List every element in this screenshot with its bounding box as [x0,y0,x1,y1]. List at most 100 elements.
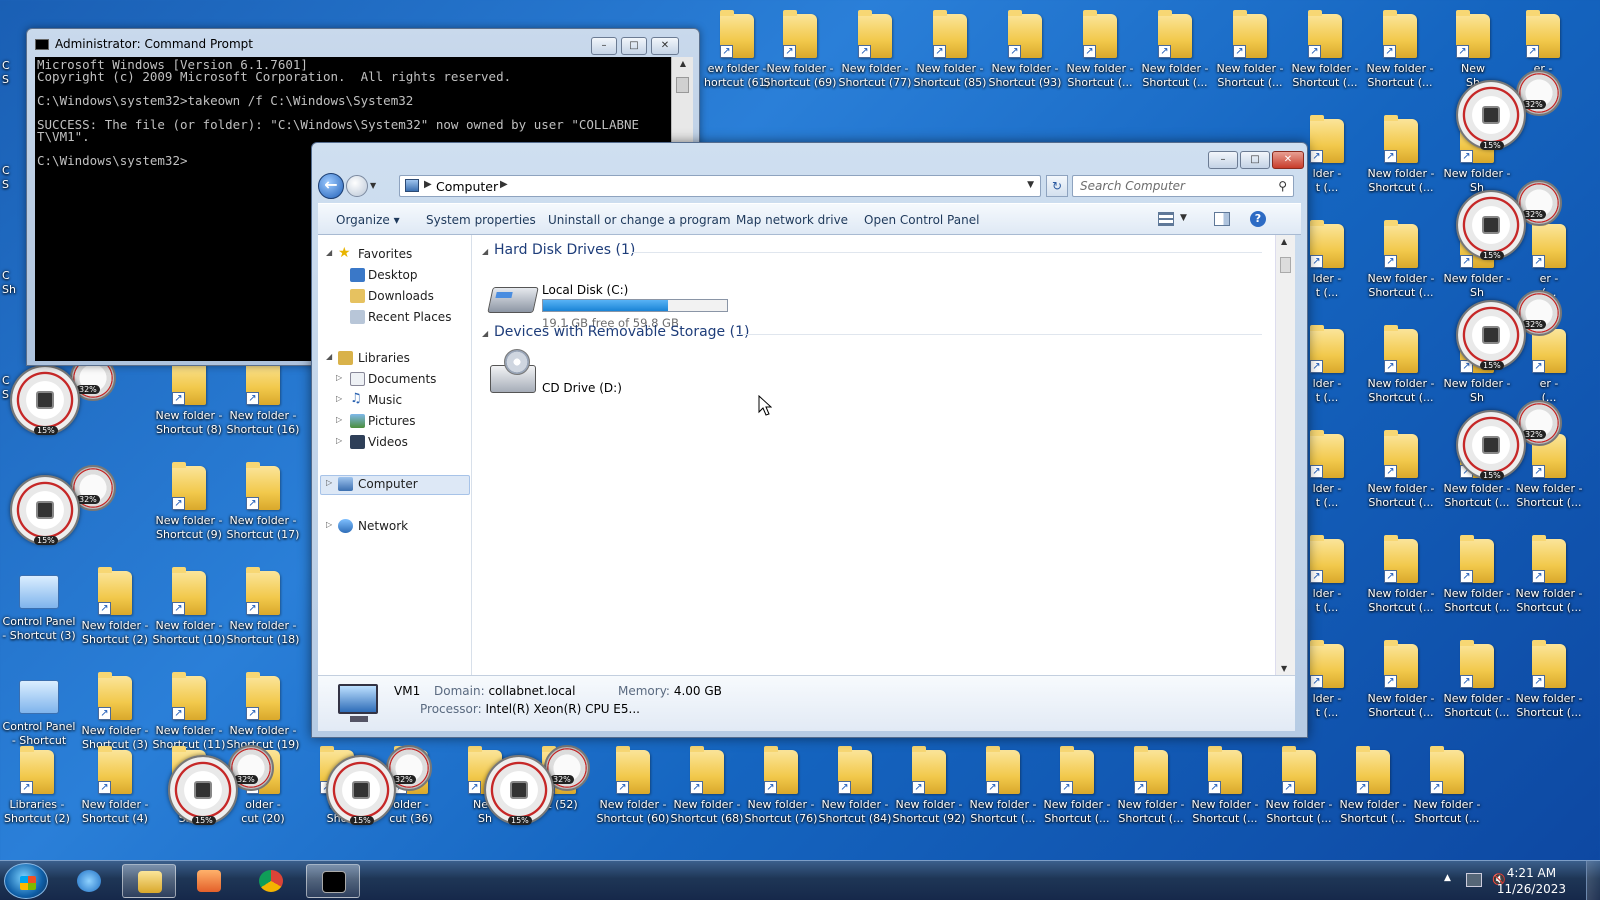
desktop-shortcut[interactable]: ↗ New folder - Shortcut (... [1262,744,1336,844]
scroll-up-arrow-icon[interactable]: ▲ [672,59,694,68]
breadcrumb-computer[interactable]: Computer [436,179,498,194]
taskbar-chrome[interactable] [244,864,298,898]
desktop-shortcut[interactable]: ↗ New folder - Shortcut (10) [152,565,226,665]
cmd-minimize-button[interactable]: – [591,37,617,55]
desktop-shortcut[interactable]: ↗ New folder - Shortcut (... [1364,218,1438,318]
nav-documents[interactable]: ▷ Documents [318,370,472,390]
cpu-meter-gadget[interactable]: 32% 15% [168,745,278,825]
search-input[interactable]: Search Computer ⚲ [1072,175,1294,197]
nav-pictures[interactable]: ▷ Pictures [318,412,472,432]
desktop-shortcut[interactable]: ↗ New folder - Shortcut (... [1440,533,1514,633]
expand-arrow-icon[interactable]: ▷ [336,436,342,445]
desktop-shortcut[interactable]: ↗ New folder - Shortcut (69) [763,8,837,108]
desktop-shortcut[interactable]: ↗ New folder - Shortcut (68) [670,744,744,844]
scroll-up-arrow-icon[interactable]: ▲ [1281,237,1287,246]
expand-arrow-icon[interactable]: ▷ [336,373,342,382]
nav-music[interactable]: ▷ ♫ Music [318,391,472,411]
desktop-shortcut[interactable]: ↗ New folder - Shortcut (85) [913,8,987,108]
desktop-shortcut[interactable]: ↗ New folder - Shortcut (93) [988,8,1062,108]
desktop-shortcut[interactable]: ↗ New folder - Shortcut (... [1512,533,1586,633]
desktop-shortcut[interactable]: ↗ New folder - Shortcut (... [1364,113,1438,213]
expand-arrow-icon[interactable]: ▷ [336,394,342,403]
nav-libraries[interactable]: ◢ Libraries [318,349,472,369]
recent-pages-dropdown-icon[interactable]: ▼ [370,181,376,190]
desktop-shortcut[interactable]: ↗ New folder - Shortcut (84) [818,744,892,844]
scroll-down-arrow-icon[interactable]: ▼ [1281,664,1287,673]
explorer-minimize-button[interactable]: – [1208,151,1238,169]
desktop-shortcut[interactable]: ↗ New folder - Shortcut (... [1364,638,1438,738]
desktop-shortcut[interactable]: ↗ New folder - Shortcut (2) [78,565,152,665]
start-button[interactable] [4,863,48,899]
desktop-shortcut[interactable]: ↗ New folder - Shortcut (4) [78,744,152,844]
cmd-maximize-button[interactable]: □ [621,37,647,55]
breadcrumb-chevron-icon[interactable]: ▶ [500,179,508,190]
cpu-meter-gadget[interactable]: 32% 15% [1456,400,1566,480]
group-header-removable[interactable]: Devices with Removable Storage (1) [494,324,749,340]
desktop-shortcut[interactable]: ↗ New folder - Shortcut (... [966,744,1040,844]
taskbar-internet-explorer[interactable] [62,864,116,898]
collapse-arrow-icon[interactable]: ◢ [326,248,332,257]
open-control-panel-button[interactable]: Open Control Panel [864,213,979,227]
refresh-button[interactable]: ↻ [1046,175,1068,197]
nav-desktop[interactable]: Desktop [318,266,472,286]
cpu-meter-gadget[interactable]: 32% 15% [1456,70,1566,150]
back-button[interactable]: ← [318,173,344,199]
content-scrollbar[interactable]: ▲ ▼ [1275,235,1295,675]
network-tray-icon[interactable] [1466,873,1482,887]
group-collapse-icon[interactable]: ◢ [482,329,488,338]
nav-videos[interactable]: ▷ Videos [318,433,472,453]
tray-clock[interactable]: 4:21 AM 11/26/2023 [1497,865,1566,897]
desktop-shortcut[interactable]: ↗ New folder - Shortcut (... [1364,533,1438,633]
search-icon[interactable]: ⚲ [1278,179,1287,193]
desktop-shortcut[interactable]: ↗ New folder - Shortcut (... [1336,744,1410,844]
change-view-icon[interactable] [1158,212,1174,226]
desktop-shortcut[interactable]: ↗ Libraries - Shortcut (2) [0,744,74,844]
desktop-shortcut[interactable]: ↗ New folder - Shortcut (... [1364,323,1438,423]
desktop-shortcut[interactable]: ↗ New folder - Shortcut (8) [152,355,226,455]
desktop-shortcut[interactable]: ↗ New folder - Shortcut (... [1364,428,1438,528]
desktop-shortcut[interactable]: ↗ New folder - Shortcut (... [1288,8,1362,108]
desktop-shortcut[interactable]: ↗ New folder - Shortcut (18) [226,565,300,665]
group-collapse-icon[interactable]: ◢ [482,247,488,256]
desktop-shortcut[interactable]: ↗ New folder - Shortcut (... [1138,8,1212,108]
forward-button[interactable] [346,175,368,197]
cpu-meter-gadget[interactable]: 32% 15% [326,745,436,825]
desktop-shortcut[interactable]: ↗ New folder - Shortcut (... [1213,8,1287,108]
help-icon[interactable]: ? [1250,211,1266,227]
desktop-shortcut[interactable]: ↗ New folder - Shortcut (... [1188,744,1262,844]
desktop-shortcut[interactable]: ↗ New folder - Shortcut (60) [596,744,670,844]
show-desktop-button[interactable] [1586,861,1600,900]
address-dropdown-icon[interactable]: ▼ [1027,180,1034,190]
desktop-shortcut[interactable]: ↗ New folder - Shortcut (77) [838,8,912,108]
cpu-meter-gadget[interactable]: 32% 15% [1456,290,1566,370]
desktop-shortcut[interactable]: ↗ New folder - Shortcut (... [1410,744,1484,844]
desktop-shortcut[interactable]: ↗ New folder - Shortcut (17) [226,460,300,560]
collapse-arrow-icon[interactable]: ◢ [326,352,332,361]
view-options-dropdown-icon[interactable]: ▼ [1180,213,1187,223]
desktop-shortcut[interactable]: ↗ New folder - Shortcut (... [1063,8,1137,108]
cpu-meter-gadget[interactable]: 32% 15% [484,745,594,825]
desktop-shortcut[interactable]: ↗ New folder - Shortcut (92) [892,744,966,844]
nav-downloads[interactable]: Downloads [318,287,472,307]
desktop-shortcut[interactable]: ↗ New folder - Shortcut (... [1363,8,1437,108]
cpu-meter-gadget[interactable]: 32% 15% [10,355,120,435]
cmd-scroll-thumb[interactable] [676,77,689,93]
desktop-shortcut[interactable]: ↗ New folder - Shortcut (... [1512,638,1586,738]
cpu-meter-gadget[interactable]: 32% 15% [10,465,120,545]
expand-arrow-icon[interactable]: ▷ [326,478,332,487]
nav-favorites[interactable]: ◢ ★ Favorites [318,245,472,265]
cpu-meter-gadget[interactable]: 32% 15% [1456,180,1566,260]
uninstall-program-button[interactable]: Uninstall or change a program [548,213,731,227]
desktop-shortcut[interactable]: ↗ New folder - Shortcut (... [1114,744,1188,844]
nav-recent-places[interactable]: Recent Places [318,308,472,328]
nav-network[interactable]: ▷ Network [318,517,472,537]
desktop-shortcut[interactable]: ↗ New folder - Shortcut (76) [744,744,818,844]
breadcrumb-chevron-icon[interactable]: ▶ [424,179,432,190]
content-scroll-thumb[interactable] [1280,257,1291,273]
explorer-close-button[interactable]: ✕ [1272,151,1304,169]
explorer-maximize-button[interactable]: □ [1240,151,1270,169]
cmd-close-button[interactable]: ✕ [651,37,679,55]
taskbar-windows-explorer[interactable] [122,864,176,898]
taskbar-command-prompt[interactable] [306,864,360,898]
desktop-shortcut[interactable]: ↗ New folder - Shortcut (... [1440,638,1514,738]
